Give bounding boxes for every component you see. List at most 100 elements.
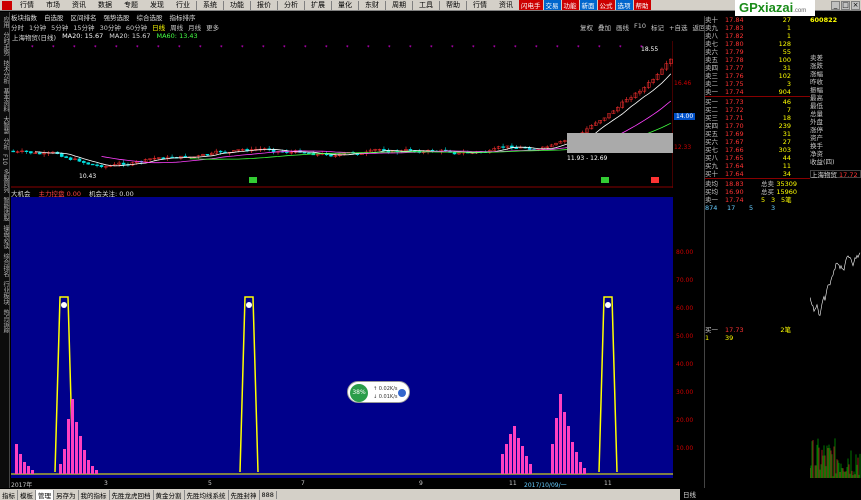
order-book-row[interactable]: 卖一 17.74 904 — [705, 88, 810, 96]
menu-item[interactable]: 市场 — [40, 0, 66, 10]
period-tab[interactable]: 30分钟 — [100, 22, 121, 32]
menu2-item[interactable]: 强势选股 — [104, 12, 130, 22]
side-tab[interactable]: 综合排名 — [1, 253, 10, 277]
badge-button[interactable]: 功能 — [561, 0, 579, 10]
menu-item[interactable]: 分析 — [278, 0, 304, 10]
menu2-item[interactable]: 综合选股 — [137, 12, 163, 22]
order-book-row[interactable]: 买八 17.65 44 — [705, 154, 810, 162]
menu-item[interactable]: 行业 — [170, 0, 196, 10]
menu-item[interactable]: 工具 — [413, 0, 439, 10]
indicator-name[interactable]: 大机会 — [11, 188, 31, 198]
side-tab[interactable]: 操盘必读 — [1, 225, 10, 249]
bottom-tab[interactable]: 先胜封神 — [229, 489, 260, 500]
order-book-row[interactable]: 买三 17.71 18 — [705, 114, 810, 122]
badge-button[interactable]: 闪电手 — [519, 0, 543, 10]
badge-button[interactable]: 选项 — [615, 0, 633, 10]
menu-item[interactable]: 发现 — [144, 0, 170, 10]
menu-item[interactable]: 专题 — [118, 0, 144, 10]
side-tab[interactable]: 多股同列 — [1, 169, 10, 193]
period-tab[interactable]: 周线 — [170, 22, 183, 32]
order-book-row[interactable]: 买一 17.73 46 — [705, 98, 810, 106]
period-tab[interactable]: 月线 — [188, 22, 201, 32]
menu-item[interactable]: 功能 — [224, 0, 250, 10]
period-tab[interactable]: 日线 — [152, 22, 165, 32]
period-tab[interactable]: 分时 — [11, 22, 24, 32]
badge-button[interactable]: 交易 — [543, 0, 561, 10]
order-book-row[interactable]: 卖八 17.82 1 — [705, 32, 810, 40]
side-tab[interactable]: 行业板块 — [1, 281, 10, 305]
mini-intraday-chart[interactable] — [809, 178, 861, 478]
order-book-row[interactable]: 买五 17.69 31 — [705, 130, 810, 138]
menu-item[interactable]: 东财 — [359, 0, 385, 10]
side-tab[interactable]: 分时走势 — [1, 32, 10, 56]
period-tab[interactable]: 5分钟 — [51, 22, 68, 32]
maximize-button[interactable]: □ — [841, 1, 850, 10]
period-tab[interactable]: 15分钟 — [73, 22, 94, 32]
side-tab[interactable]: 基本资料 — [1, 88, 10, 112]
bottom-tab[interactable]: 先胜龙虎回档 — [110, 489, 154, 500]
period-tab[interactable]: 1分钟 — [29, 22, 46, 32]
menu-item[interactable]: 量化 — [332, 0, 358, 10]
bottom-tab[interactable]: 另存为 — [54, 489, 79, 500]
menu-item[interactable]: 系统 — [197, 0, 223, 10]
order-book-row[interactable]: 卖三 17.76 102 — [705, 72, 810, 80]
order-book-row[interactable]: 买九 17.64 11 — [705, 162, 810, 170]
bottom-tab[interactable]: 指标 — [0, 489, 18, 500]
bottom-tab[interactable]: 888 — [260, 490, 277, 499]
menu-item[interactable]: 扩展 — [305, 0, 331, 10]
side-tab[interactable]: 应用 — [1, 16, 10, 28]
menu-item[interactable]: 数据 — [92, 0, 118, 10]
app-icon[interactable] — [2, 0, 12, 10]
order-book-row[interactable]: 卖二 17.75 3 — [705, 80, 810, 88]
widget-close-icon[interactable] — [398, 389, 406, 397]
stock-name-tab[interactable]: 上海物贸 17.72 — [810, 170, 861, 179]
side-tab[interactable]: 分析 — [1, 138, 10, 150]
bottom-tab[interactable]: 管理 — [36, 489, 54, 500]
menu-item[interactable]: 周期 — [386, 0, 412, 10]
menu2-item[interactable]: 区间排名 — [71, 12, 97, 22]
badge-button[interactable]: 公式 — [597, 0, 615, 10]
chart-tool-button[interactable]: F10 — [634, 22, 646, 32]
side-tab[interactable]: 技术分析 — [1, 60, 10, 84]
chart-tool-button[interactable]: 叠加 — [598, 22, 611, 32]
candlestick-chart[interactable]: 10.43 18.55 11.93 - 12.69 * * * * * * * * * * * * * * * * *… — [11, 41, 673, 188]
order-book-row[interactable]: 买二 17.72 7 — [705, 106, 810, 114]
chart-tool-button[interactable]: 标记 — [651, 22, 664, 32]
order-book-row[interactable]: 卖六 17.79 55 — [705, 48, 810, 56]
order-book-row[interactable]: 买十 17.64 34 — [705, 170, 810, 178]
menu-item[interactable]: 资讯 — [493, 0, 519, 10]
minimize-button[interactable]: _ — [831, 1, 840, 10]
menu-item[interactable]: 帮助 — [440, 0, 466, 10]
period-tab[interactable]: 更多 — [206, 22, 219, 32]
chart-tool-button[interactable]: +自选 — [669, 22, 687, 32]
side-tab[interactable]: 大智慧 — [1, 116, 10, 134]
order-book-row[interactable]: 买七 17.66 303 — [705, 146, 810, 154]
bottom-tab[interactable]: 模板 — [18, 489, 36, 500]
close-button[interactable]: × — [851, 1, 860, 10]
side-tab[interactable]: 智能选股 — [1, 197, 10, 221]
badge-button[interactable]: 新面 — [579, 0, 597, 10]
menu2-item[interactable]: 指标排序 — [170, 12, 196, 22]
indicator-chart[interactable] — [11, 197, 673, 478]
menu2-item[interactable]: 自选股 — [44, 12, 64, 22]
chart-tool-button[interactable]: 复权 — [580, 22, 593, 32]
bottom-tab[interactable]: 黄金分割 — [154, 489, 185, 500]
order-book-row[interactable]: 卖十 17.84 27 — [705, 16, 810, 24]
menu2-item[interactable]: 板块指数 — [11, 12, 37, 22]
side-tab[interactable]: 热点追踪 — [1, 309, 10, 333]
chart-tool-button[interactable]: 画线 — [616, 22, 629, 32]
side-tab[interactable]: F10 — [1, 154, 8, 165]
order-book-row[interactable]: 买四 17.70 239 — [705, 122, 810, 130]
order-book-row[interactable]: 买六 17.67 27 — [705, 138, 810, 146]
order-book-row[interactable]: 卖五 17.78 100 — [705, 56, 810, 64]
bottom-tab[interactable]: 先胜均线系统 — [185, 489, 229, 500]
badge-button[interactable]: 帮助 — [633, 0, 651, 10]
order-book-row[interactable]: 卖九 17.83 1 — [705, 24, 810, 32]
period-tab[interactable]: 60分钟 — [126, 22, 147, 32]
menu-item[interactable]: 报价 — [251, 0, 277, 10]
menu-item[interactable]: 行情 — [14, 0, 40, 10]
menu-item[interactable]: 资讯 — [66, 0, 92, 10]
bottom-tab[interactable]: 我的指标 — [79, 489, 110, 500]
menu-item[interactable]: 行情 — [467, 0, 493, 10]
order-book-row[interactable]: 卖四 17.77 31 — [705, 64, 810, 72]
